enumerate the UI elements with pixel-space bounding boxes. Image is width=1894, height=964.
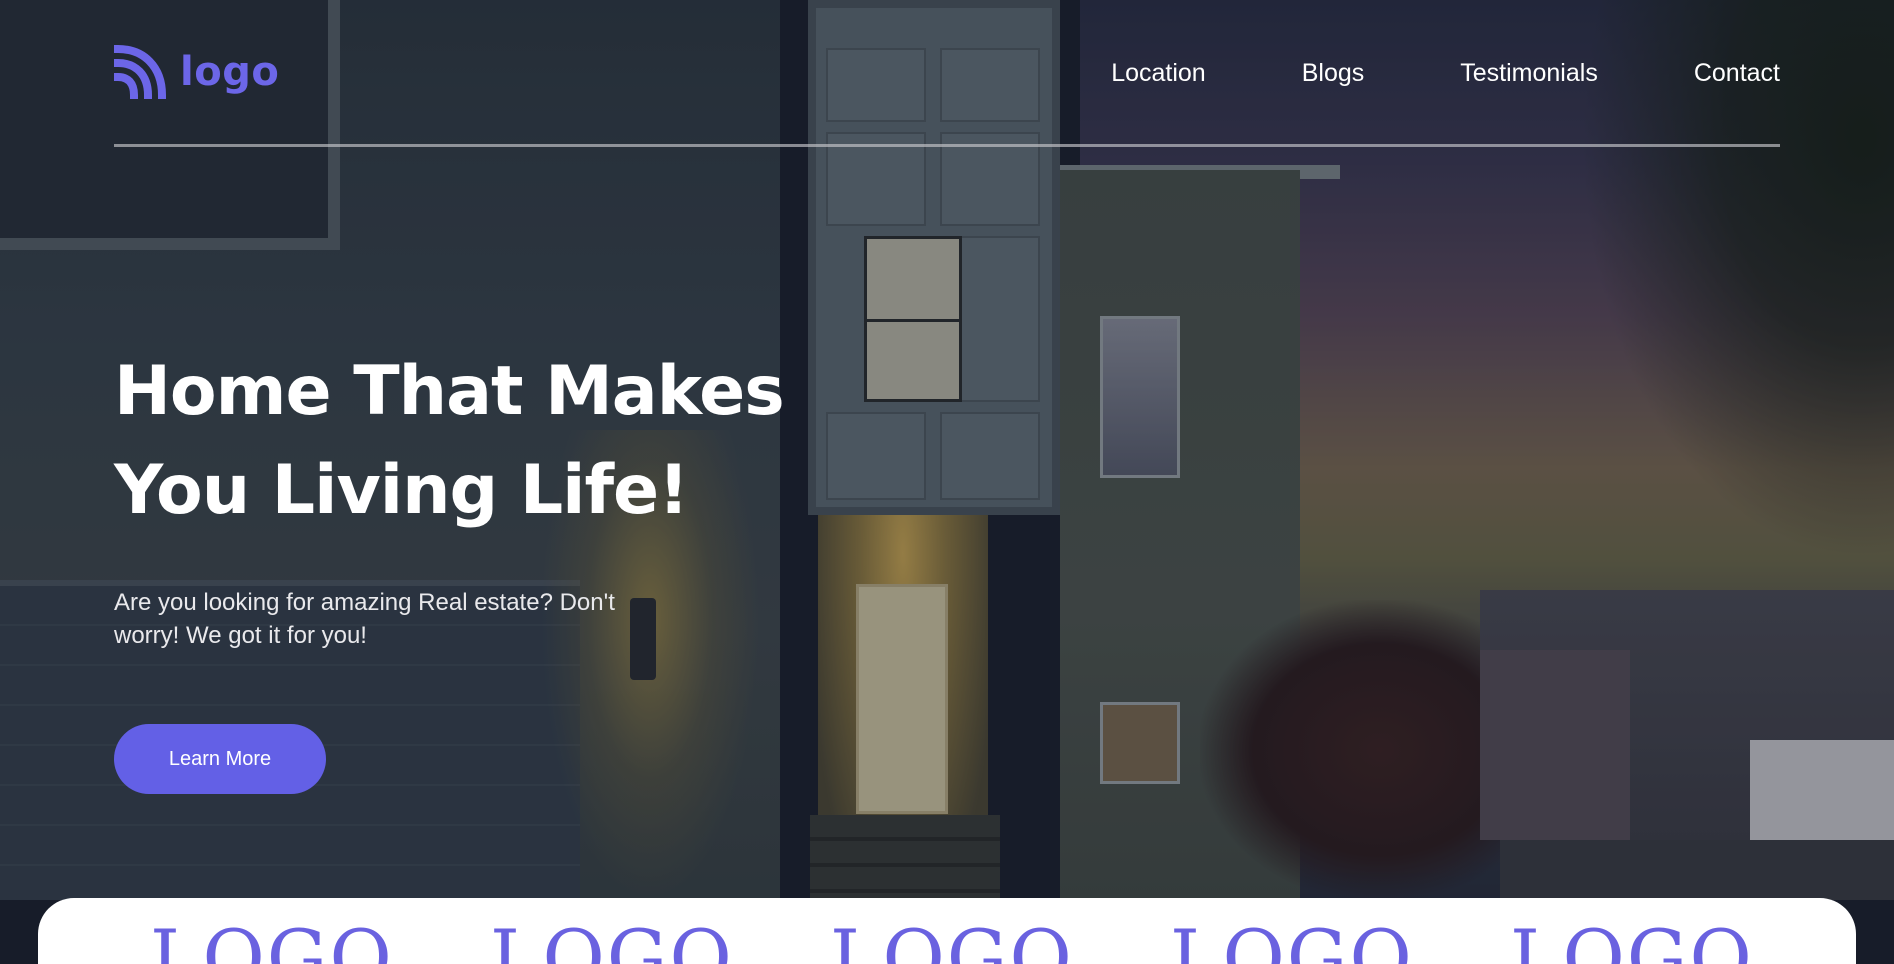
hero-title: Home That Makes You Living Life! [114, 342, 834, 540]
hero-section: Home That Makes You Living Life! Are you… [114, 342, 834, 652]
rss-arcs-icon [114, 45, 166, 99]
learn-more-button[interactable]: Learn More [114, 724, 326, 794]
nav-link-contact[interactable]: Contact [1694, 58, 1780, 88]
hero-title-line-1: Home That Makes [114, 352, 785, 431]
hero-title-line-2: You Living Life! [114, 451, 689, 530]
brand-name: logo [180, 49, 280, 95]
main-nav: Location Blogs Testimonials Contact [1111, 58, 1780, 88]
partner-logos-strip: LOGO LOGO LOGO LOGO LOGO [38, 898, 1856, 964]
partner-logo: LOGO [1170, 913, 1414, 964]
nav-link-testimonials[interactable]: Testimonials [1460, 58, 1598, 88]
nav-link-blogs[interactable]: Blogs [1302, 58, 1365, 88]
partner-logos-row: LOGO LOGO LOGO LOGO LOGO [150, 920, 1850, 964]
site-header: logo Location Blogs Testimonials Contact [114, 44, 1780, 148]
header-divider [114, 144, 1780, 147]
brand-logo-link[interactable]: logo [114, 44, 279, 100]
nav-link-location[interactable]: Location [1111, 58, 1206, 88]
partner-logo: LOGO [150, 913, 394, 964]
partner-logo: LOGO [1510, 913, 1754, 964]
hero-subtitle: Are you looking for amazing Real estate?… [114, 589, 615, 649]
partner-logo: LOGO [830, 913, 1074, 964]
partner-logo: LOGO [490, 913, 734, 964]
